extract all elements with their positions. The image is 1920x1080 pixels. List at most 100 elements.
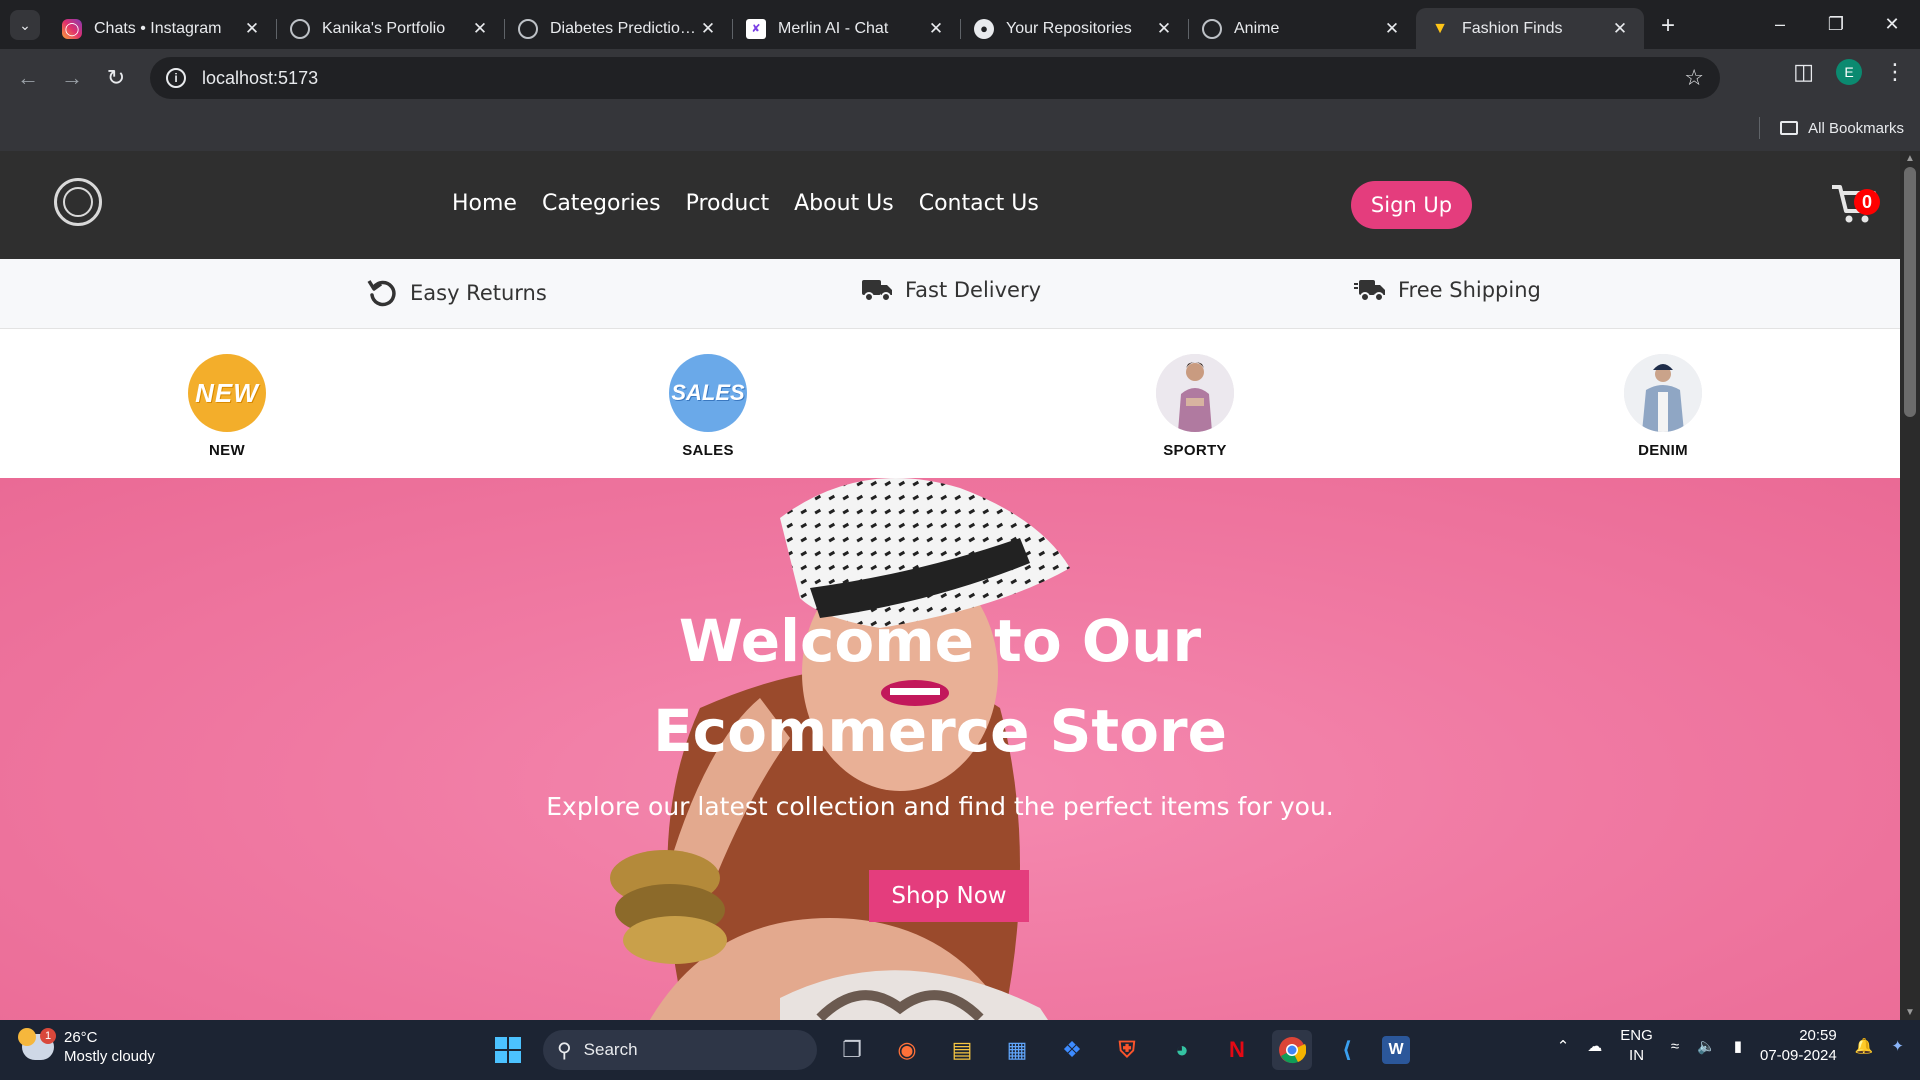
reload-button[interactable]: ↻ <box>94 56 138 100</box>
battery-icon[interactable]: ▮ <box>1734 1037 1742 1055</box>
profile-avatar[interactable]: E <box>1836 59 1862 85</box>
tab-title: Anime <box>1234 19 1280 37</box>
category-label: NEW <box>209 442 245 459</box>
truck-icon <box>862 280 892 302</box>
site-logo[interactable] <box>54 178 102 226</box>
volume-icon[interactable]: 🔈 <box>1697 1037 1716 1055</box>
taskbar-search[interactable]: ⚲ Search <box>543 1030 817 1070</box>
divider <box>1759 117 1761 139</box>
close-tab-icon[interactable]: ✕ <box>1382 19 1402 39</box>
nav-about-us[interactable]: About Us <box>794 191 894 216</box>
category-sporty[interactable]: SPORTY <box>1135 354 1255 459</box>
chrome-icon[interactable] <box>1272 1030 1312 1070</box>
close-window-icon[interactable]: ✕ <box>1864 0 1920 48</box>
browser-toolbar: ← → ↻ i localhost:5173 ☆ ◫ E ⋮ <box>0 49 1920 107</box>
tab-search-dropdown[interactable]: ⌄ <box>10 10 40 40</box>
hero-subtitle: Explore our latest collection and find t… <box>546 792 1334 821</box>
tab-diabetes[interactable]: Diabetes Prediction App ✕ <box>504 8 732 49</box>
denim-model-image <box>1624 354 1702 432</box>
address-bar[interactable]: i localhost:5173 ☆ <box>150 57 1720 99</box>
nav-product[interactable]: Product <box>686 191 770 216</box>
copilot-icon[interactable]: ✦ <box>1891 1037 1904 1055</box>
category-label: DENIM <box>1638 442 1688 459</box>
hero-title: Welcome to Our Ecommerce Store <box>0 596 1880 776</box>
onedrive-icon[interactable]: ☁ <box>1587 1037 1602 1055</box>
instagram-icon: ◯ <box>62 18 82 39</box>
language-indicator[interactable]: ENG IN <box>1620 1026 1653 1066</box>
extensions-icon[interactable]: ◫ <box>1793 59 1814 85</box>
site-info-icon[interactable]: i <box>166 68 186 88</box>
all-bookmarks-label: All Bookmarks <box>1808 119 1904 137</box>
dropbox-icon[interactable]: ❖ <box>1052 1030 1092 1070</box>
weather-widget[interactable]: 1 26°C Mostly cloudy <box>18 1028 155 1066</box>
sign-up-button[interactable]: Sign Up <box>1351 181 1472 229</box>
category-image <box>1624 354 1702 432</box>
back-button[interactable]: ← <box>6 56 50 100</box>
globe-icon <box>1202 18 1222 39</box>
category-new[interactable]: NEW NEW <box>167 354 287 459</box>
forward-button[interactable]: → <box>50 56 94 100</box>
close-tab-icon[interactable]: ✕ <box>1154 19 1174 39</box>
wifi-icon[interactable]: ≈ <box>1671 1038 1679 1055</box>
lang-line-1: ENG <box>1620 1027 1653 1044</box>
task-view-icon[interactable]: ❐ <box>832 1030 872 1070</box>
feature-label: Fast Delivery <box>905 278 1042 302</box>
tab-title: Merlin AI - Chat <box>778 19 889 37</box>
cart-count-badge: 0 <box>1854 189 1880 215</box>
microsoft-store-icon[interactable]: ▦ <box>997 1030 1037 1070</box>
vite-icon: ▼ <box>1432 19 1448 37</box>
hero-title-line-2: Ecommerce Store <box>653 697 1227 765</box>
system-tray: ⌃ ☁ ENG IN ≈ 🔈 ▮ 20:59 07-09-2024 🔔 ✦ <box>1557 1026 1904 1066</box>
word-icon[interactable]: W <box>1382 1036 1410 1064</box>
edge-icon[interactable]: ◕ <box>1162 1030 1202 1070</box>
nav-contact-us[interactable]: Contact Us <box>919 191 1039 216</box>
category-sales[interactable]: SALES SALES <box>648 354 768 459</box>
notification-bell-icon[interactable]: 🔔 <box>1855 1037 1874 1055</box>
windows-start-icon[interactable] <box>488 1030 528 1070</box>
hero-title-line-1: Welcome to Our <box>678 607 1202 675</box>
browser-tab-bar: ⌄ ◯ Chats • Instagram ✕ Kanika's Portfol… <box>0 0 1920 49</box>
close-tab-icon[interactable]: ✕ <box>926 19 946 39</box>
shop-now-button[interactable]: Shop Now <box>869 870 1029 922</box>
scrollbar-thumb[interactable] <box>1904 167 1916 417</box>
tab-portfolio[interactable]: Kanika's Portfolio ✕ <box>276 8 504 49</box>
clock-time: 20:59 <box>1799 1027 1837 1044</box>
nav-categories[interactable]: Categories <box>542 191 661 216</box>
scroll-down-icon[interactable]: ▼ <box>1905 1007 1915 1018</box>
bookmark-star-icon[interactable]: ☆ <box>1684 65 1704 91</box>
nav-home[interactable]: Home <box>452 191 517 216</box>
netflix-icon[interactable]: N <box>1217 1030 1257 1070</box>
all-bookmarks-button[interactable]: All Bookmarks <box>1759 117 1904 139</box>
close-tab-icon[interactable]: ✕ <box>1610 19 1630 39</box>
weather-description: Mostly cloudy <box>64 1048 155 1065</box>
tab-instagram[interactable]: ◯ Chats • Instagram ✕ <box>48 8 276 49</box>
vscode-icon[interactable]: ⟨ <box>1327 1030 1367 1070</box>
page-scrollbar[interactable]: ▲ ▼ <box>1900 151 1920 1020</box>
close-tab-icon[interactable]: ✕ <box>698 19 718 39</box>
brave-icon[interactable]: ⛨ <box>1107 1030 1147 1070</box>
tab-fashion-finds[interactable]: ▼ Fashion Finds ✕ <box>1416 8 1644 49</box>
category-denim[interactable]: DENIM <box>1603 354 1723 459</box>
sporty-model-image <box>1156 354 1234 432</box>
close-tab-icon[interactable]: ✕ <box>470 19 490 39</box>
category-badge-text: SALES <box>671 380 745 405</box>
menu-kebab-icon[interactable]: ⋮ <box>1884 59 1906 85</box>
minimize-icon[interactable]: – <box>1752 0 1808 48</box>
restore-icon[interactable]: ❐ <box>1808 0 1864 48</box>
file-explorer-icon[interactable]: ▤ <box>942 1030 982 1070</box>
main-nav: Home Categories Product About Us Contact… <box>452 191 1039 216</box>
clock[interactable]: 20:59 07-09-2024 <box>1760 1026 1837 1066</box>
feature-free-shipping: Free Shipping <box>1354 277 1541 303</box>
tab-github[interactable]: ● Your Repositories ✕ <box>960 8 1188 49</box>
close-tab-icon[interactable]: ✕ <box>242 19 262 39</box>
new-tab-button[interactable]: + <box>1650 8 1686 44</box>
tab-anime[interactable]: Anime ✕ <box>1188 8 1416 49</box>
lang-line-2: IN <box>1629 1047 1645 1064</box>
scroll-up-icon[interactable]: ▲ <box>1905 153 1915 164</box>
chevron-up-icon[interactable]: ⌃ <box>1557 1037 1570 1055</box>
tab-merlin[interactable]: ✘ Merlin AI - Chat ✕ <box>732 8 960 49</box>
folder-icon <box>1780 121 1799 135</box>
search-icon: ⚲ <box>557 1039 572 1062</box>
firefox-icon[interactable]: ◉ <box>887 1030 927 1070</box>
globe-icon <box>290 18 310 39</box>
